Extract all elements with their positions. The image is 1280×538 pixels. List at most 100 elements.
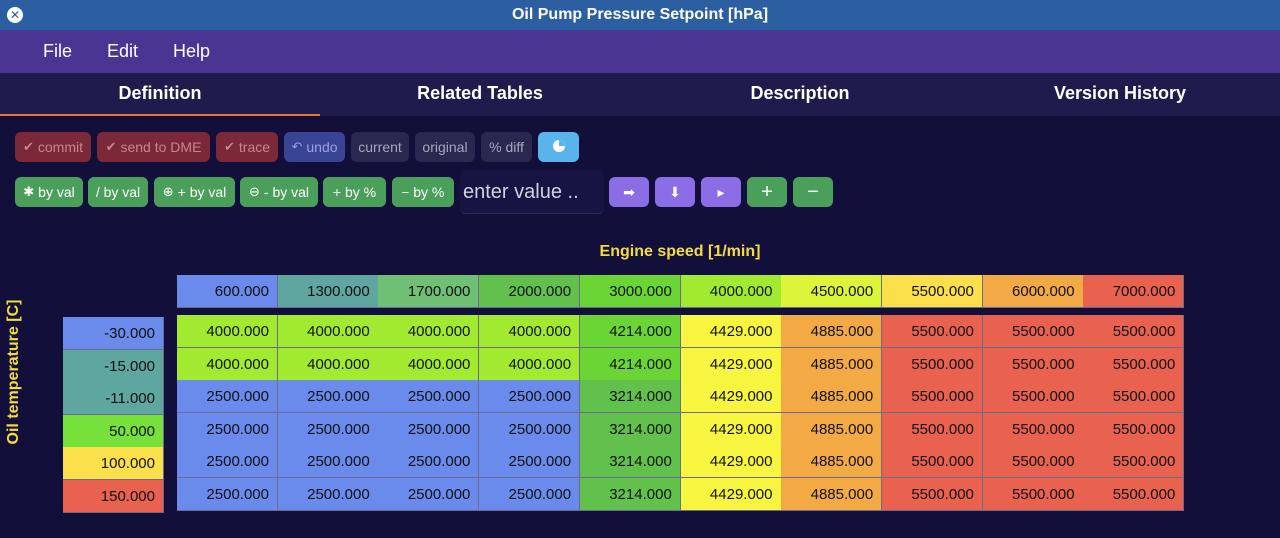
table-cell[interactable]: 4429.000 [680, 347, 782, 381]
table-cell[interactable]: 5500.000 [982, 445, 1084, 479]
table-cell[interactable]: 4429.000 [680, 445, 782, 479]
table-cell[interactable]: 2500.000 [479, 380, 581, 414]
table-cell[interactable]: 5500.000 [881, 445, 983, 479]
table-cell[interactable]: 4000.000 [277, 315, 379, 348]
table-cell[interactable]: 4214.000 [579, 315, 681, 348]
table-cell[interactable]: 4885.000 [781, 412, 883, 446]
table-cell[interactable]: 2500.000 [177, 445, 278, 479]
table-cell[interactable]: 4214.000 [579, 347, 681, 381]
y-axis-cell[interactable]: 100.000 [63, 447, 164, 481]
x-axis-cell[interactable]: 1700.000 [378, 275, 480, 308]
table-cell[interactable]: 5500.000 [1083, 315, 1185, 348]
table-cell[interactable]: 4429.000 [680, 315, 782, 348]
table-cell[interactable]: 4429.000 [680, 412, 782, 446]
commit-button[interactable]: ✔ commit [15, 132, 91, 162]
table-cell[interactable]: 5500.000 [982, 315, 1084, 348]
table-cell[interactable]: 4000.000 [479, 315, 581, 348]
table-cell[interactable]: 5500.000 [881, 347, 983, 381]
table-cell[interactable]: 2500.000 [378, 478, 480, 511]
y-axis-cell[interactable]: 150.000 [63, 480, 164, 513]
table-cell[interactable]: 5500.000 [982, 412, 1084, 446]
x-axis-cell[interactable]: 2000.000 [479, 275, 581, 308]
table-cell[interactable]: 4429.000 [680, 380, 782, 414]
add-by-percent-button[interactable]: + by % [323, 177, 386, 207]
table-cell[interactable]: 2500.000 [277, 380, 379, 414]
table-cell[interactable]: 4000.000 [177, 315, 278, 348]
table-cell[interactable]: 4885.000 [781, 478, 883, 511]
table-cell[interactable]: 2500.000 [277, 412, 379, 446]
table-cell[interactable]: 4000.000 [378, 347, 480, 381]
subtract-by-percent-button[interactable]: − by % [392, 177, 454, 207]
table-cell[interactable]: 4885.000 [781, 445, 883, 479]
table-cell[interactable]: 5500.000 [982, 347, 1084, 381]
fill-right-button[interactable]: ➡ [609, 177, 649, 207]
menu-edit[interactable]: Edit [107, 41, 138, 62]
table-cell[interactable]: 2500.000 [378, 412, 480, 446]
x-axis-cell[interactable]: 600.000 [177, 275, 278, 308]
table-cell[interactable]: 2500.000 [277, 445, 379, 479]
table-cell[interactable]: 3214.000 [579, 412, 681, 446]
add-by-value-button[interactable]: ⊕ + by val [154, 177, 235, 207]
table-cell[interactable]: 5500.000 [982, 478, 1084, 511]
fill-down-button[interactable]: ⬇ [655, 177, 695, 207]
table-cell[interactable]: 4885.000 [781, 380, 883, 414]
table-cell[interactable]: 2500.000 [378, 445, 480, 479]
x-axis-cell[interactable]: 3000.000 [579, 275, 681, 308]
table-cell[interactable]: 5500.000 [881, 315, 983, 348]
value-input[interactable]: enter value .. [460, 170, 604, 214]
x-axis-cell[interactable]: 5500.000 [881, 275, 983, 308]
table-cell[interactable]: 3214.000 [579, 478, 681, 511]
table-cell[interactable]: 4000.000 [378, 315, 480, 348]
table-cell[interactable]: 5500.000 [1083, 478, 1185, 511]
tab-version-history[interactable]: Version History [960, 73, 1280, 116]
table-cell[interactable]: 2500.000 [177, 380, 278, 414]
decrement-button[interactable]: − [793, 177, 833, 207]
table-cell[interactable]: 3214.000 [579, 445, 681, 479]
table-cell[interactable]: 4429.000 [680, 478, 782, 511]
x-axis-cell[interactable]: 4000.000 [680, 275, 782, 308]
percent-diff-button[interactable]: % diff [481, 132, 532, 162]
x-axis-cell[interactable]: 4500.000 [781, 275, 883, 308]
original-button[interactable]: original [415, 132, 475, 162]
current-button[interactable]: current [351, 132, 409, 162]
pie-chart-button[interactable] [538, 132, 579, 162]
table-cell[interactable]: 2500.000 [177, 478, 278, 511]
table-cell[interactable]: 2500.000 [378, 380, 480, 414]
table-cell[interactable]: 4885.000 [781, 315, 883, 348]
table-cell[interactable]: 4885.000 [781, 347, 883, 381]
trace-button[interactable]: ✔ trace [216, 132, 278, 162]
table-cell[interactable]: 5500.000 [881, 478, 983, 511]
undo-button[interactable]: ↶ undo [284, 132, 345, 162]
table-cell[interactable]: 5500.000 [881, 380, 983, 414]
x-axis-cell[interactable]: 6000.000 [982, 275, 1084, 308]
table-cell[interactable]: 5500.000 [1083, 347, 1185, 381]
y-axis-cell[interactable]: -11.000 [63, 382, 164, 416]
table-cell[interactable]: 5500.000 [1083, 412, 1185, 446]
table-cell[interactable]: 2500.000 [479, 412, 581, 446]
table-cell[interactable]: 3214.000 [579, 380, 681, 414]
table-cell[interactable]: 2500.000 [479, 445, 581, 479]
table-cell[interactable]: 5500.000 [982, 380, 1084, 414]
interpolate-button[interactable]: ▸ [701, 177, 741, 207]
table-cell[interactable]: 4000.000 [479, 347, 581, 381]
menu-help[interactable]: Help [173, 41, 210, 62]
close-icon[interactable]: ✕ [7, 7, 23, 23]
tab-definition[interactable]: Definition [0, 73, 320, 116]
x-axis-cell[interactable]: 1300.000 [277, 275, 379, 308]
table-cell[interactable]: 5500.000 [1083, 380, 1185, 414]
x-axis-cell[interactable]: 7000.000 [1083, 275, 1185, 308]
y-axis-cell[interactable]: -15.000 [63, 349, 164, 383]
divide-by-value-button[interactable]: / by val [88, 177, 148, 207]
tab-related-tables[interactable]: Related Tables [320, 73, 640, 116]
increment-button[interactable]: + [747, 177, 787, 207]
subtract-by-value-button[interactable]: ⊖ - by val [240, 177, 318, 207]
send-to-dme-button[interactable]: ✔ send to DME [97, 132, 210, 162]
y-axis-cell[interactable]: 50.000 [63, 414, 164, 448]
y-axis-cell[interactable]: -30.000 [63, 317, 164, 350]
table-cell[interactable]: 5500.000 [881, 412, 983, 446]
table-cell[interactable]: 2500.000 [479, 478, 581, 511]
table-cell[interactable]: 5500.000 [1083, 445, 1185, 479]
menu-file[interactable]: File [43, 41, 72, 62]
table-cell[interactable]: 2500.000 [277, 478, 379, 511]
table-cell[interactable]: 4000.000 [277, 347, 379, 381]
